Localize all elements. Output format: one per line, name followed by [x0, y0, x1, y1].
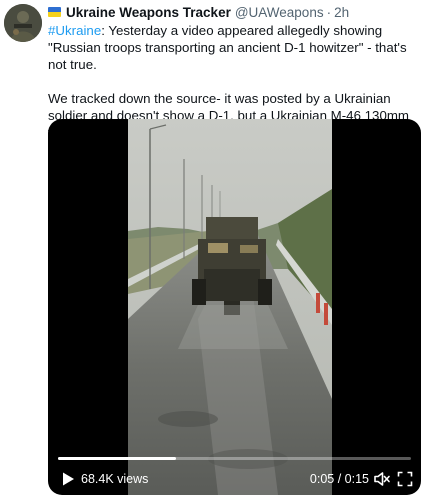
separator: · [326, 4, 332, 20]
avatar-image [4, 4, 42, 42]
play-icon[interactable] [60, 471, 76, 487]
tweet-header: Ukraine Weapons Tracker @UAWeapons · 2h [48, 3, 426, 21]
video-thumbnail [128, 119, 332, 495]
hashtag-link[interactable]: #Ukraine [48, 23, 101, 38]
video-player[interactable]: 68.4K views 0:05 / 0:15 [48, 119, 421, 495]
tweet-line1-text: : Yesterday a video appeared allegedly s… [48, 23, 407, 72]
author-handle[interactable]: @UAWeapons [235, 5, 324, 20]
tweet-content: Ukraine Weapons Tracker @UAWeapons · 2h … [48, 3, 426, 495]
tweet[interactable]: Ukraine Weapons Tracker @UAWeapons · 2h … [0, 0, 432, 500]
author-name[interactable]: Ukraine Weapons Tracker [66, 5, 231, 20]
view-count: 68.4K views [81, 472, 149, 486]
progress-fill [58, 457, 176, 460]
video-timecode: 0:05 / 0:15 [309, 472, 369, 486]
tweet-paragraph-1: #Ukraine: Yesterday a video appeared all… [48, 22, 420, 73]
fullscreen-icon[interactable] [397, 471, 413, 487]
ukraine-flag-icon [48, 7, 61, 17]
progress-bar[interactable] [58, 457, 411, 460]
mute-icon[interactable] [373, 470, 391, 488]
video-frame[interactable] [128, 119, 332, 495]
avatar[interactable] [4, 4, 42, 42]
video-controls: 68.4K views 0:05 / 0:15 [48, 451, 421, 495]
tweet-time[interactable]: 2h [334, 5, 349, 20]
